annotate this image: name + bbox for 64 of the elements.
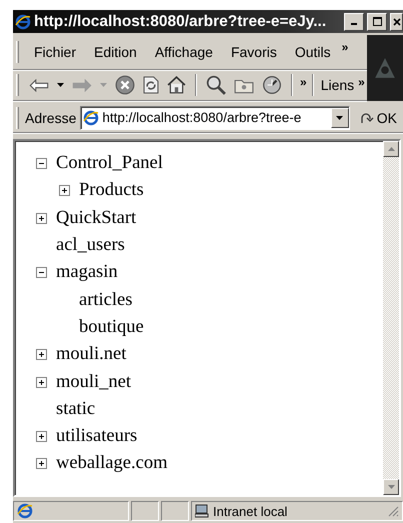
tree-node-label[interactable]: QuickStart [56,208,136,229]
refresh-icon [143,75,159,95]
tree-node-label[interactable]: boutique [79,316,144,338]
links-overflow[interactable]: » [358,75,365,89]
minus-box-icon[interactable] [36,158,47,170]
stop-icon [115,75,135,95]
tree-node-label[interactable]: acl_users [56,235,125,256]
home-icon [167,76,186,94]
maximize-button[interactable] [367,12,387,30]
tree-node-label[interactable]: mouli.net [56,344,126,366]
menu-item[interactable]: Affichage [146,42,222,62]
address-field[interactable]: http://localhost:8080/arbre?tree-e [80,106,350,130]
close-icon [392,18,400,26]
tree-node-label[interactable]: Products [79,180,144,202]
plus-box-icon[interactable] [36,376,47,388]
scroll-down-button[interactable] [383,479,399,495]
tree-node-label[interactable]: Control_Panel [56,153,163,174]
page-icon [17,503,33,519]
scroll-up-button[interactable] [383,141,399,157]
go-arrow-icon [360,111,374,124]
tree-node-label[interactable]: mouli_net [56,372,132,393]
down-arrow-icon [388,485,394,489]
plus-box-icon[interactable] [36,349,47,360]
tree-node-label[interactable]: weballage.com [56,453,168,474]
address-dropdown-button[interactable] [330,108,349,128]
close-button[interactable] [390,12,403,30]
caret-icon [100,83,107,87]
window-title: http://localhost:8080/arbre?tree-e=eJy... [34,12,328,30]
history-icon [262,75,282,95]
plus-box-icon[interactable] [36,458,47,470]
toolbar-overflow[interactable]: » [300,75,307,89]
caret-icon [57,83,64,87]
menu-item[interactable]: Edition [85,42,146,62]
computer-icon [195,504,209,518]
minimize-button[interactable] [344,12,364,30]
menu-item[interactable]: Fichier [25,42,86,62]
maximize-icon [372,17,382,26]
minus-box-icon[interactable] [36,267,47,278]
status-panel [131,501,159,521]
resize-grip-icon[interactable] [387,505,399,517]
search-icon [206,75,226,95]
address-label: Adresse [25,110,76,126]
browser-logo-icon [15,14,31,30]
plus-box-icon[interactable] [59,185,70,196]
go-button[interactable]: OK [350,110,403,126]
forward-arrow-icon [72,78,92,92]
status-panel [161,501,189,521]
menu-item[interactable]: Outils [286,42,340,62]
links-button[interactable]: Liens [318,77,356,93]
brand-logo [367,35,403,101]
caret-icon [336,116,344,120]
plus-box-icon[interactable] [36,212,47,224]
plus-box-icon[interactable] [36,431,47,442]
security-zone: Intranet local [213,504,288,518]
scroll-bar[interactable] [383,141,399,495]
up-arrow-icon [388,147,394,151]
tree-node-label[interactable]: utilisateurs [56,426,138,448]
page-icon [83,110,100,126]
menu-overflow[interactable]: » [342,40,348,54]
tree-node-label[interactable]: articles [79,290,132,311]
back-arrow-icon [29,78,49,92]
tree-node-label[interactable]: magasin [56,262,118,284]
menu-item[interactable]: Favoris [222,42,286,62]
tree-node-label[interactable]: static [56,398,96,420]
